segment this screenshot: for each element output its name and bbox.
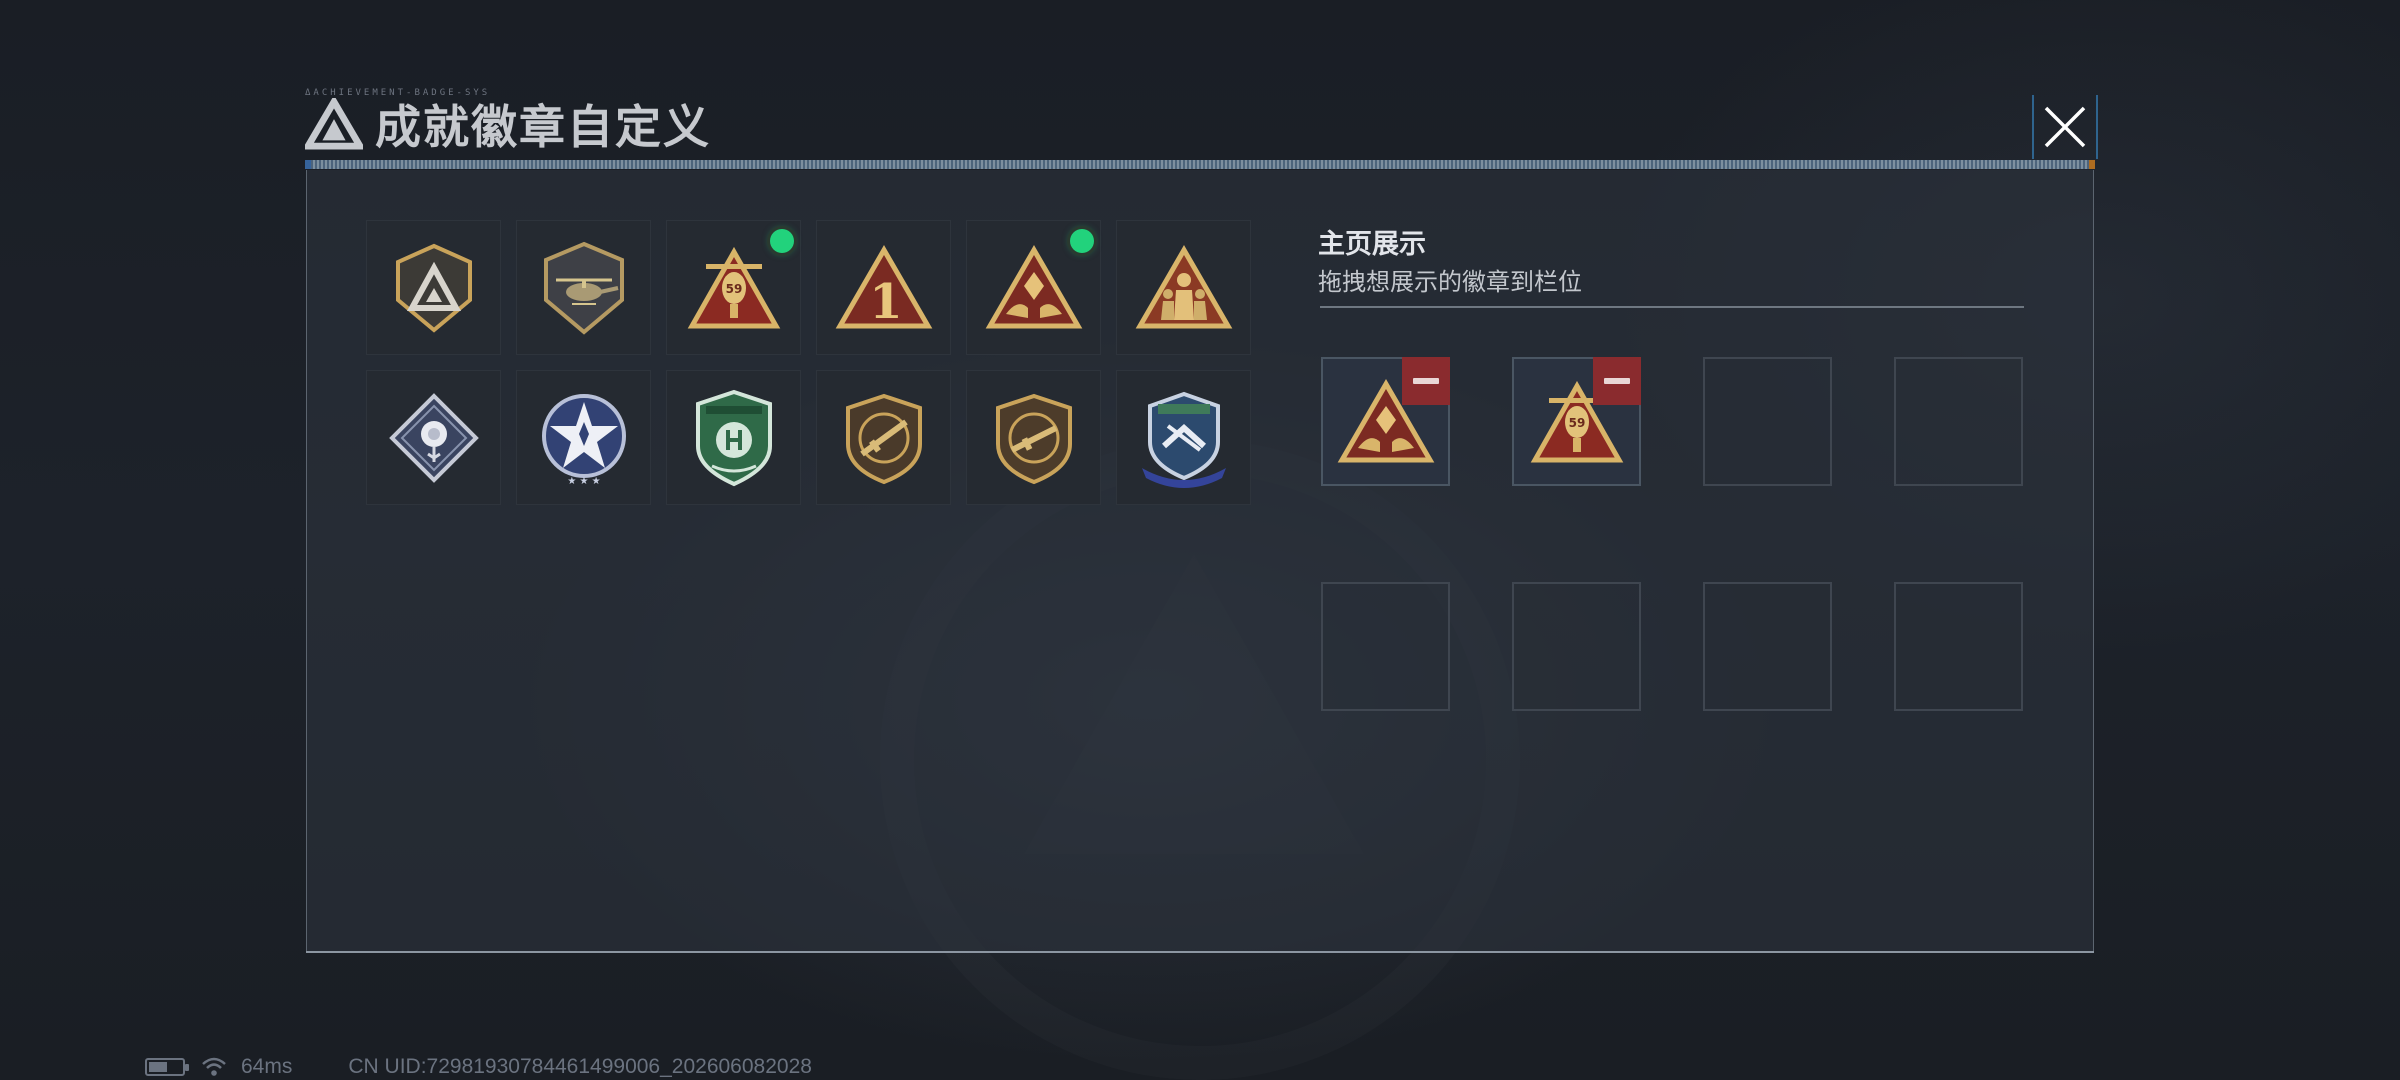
- star-wreath-badge-icon: ★ ★ ★: [541, 393, 626, 487]
- hands-crystal-triangle-badge-icon: [985, 244, 1082, 328]
- number-one-triangle-badge-icon: 1: [835, 244, 932, 330]
- helicopter-59-triangle-badge-icon: 59: [687, 246, 780, 328]
- new-badge-indicator: [770, 229, 794, 253]
- showcase-slot-6[interactable]: [1512, 582, 1641, 711]
- svg-text:★ ★ ★: ★ ★ ★: [567, 476, 600, 487]
- showcase-slot-2[interactable]: 59: [1512, 357, 1641, 486]
- showcase-subtitle: 拖拽想展示的徽章到栏位: [1318, 269, 1582, 296]
- delta-logo-icon: [305, 98, 363, 150]
- showcase-title: 主页展示: [1318, 229, 1426, 259]
- badge-cell[interactable]: [366, 370, 501, 505]
- remove-badge-button[interactable]: [1593, 357, 1641, 405]
- wifi-icon: [202, 1057, 226, 1076]
- battery-icon: [145, 1058, 189, 1076]
- badge-cell[interactable]: [516, 220, 651, 355]
- helicopter-shield-badge-icon: [543, 241, 624, 335]
- rifle-shield-badge-icon-2: [995, 393, 1072, 484]
- soldiers-triangle-badge-icon: [1135, 244, 1232, 328]
- remove-badge-button[interactable]: [1402, 357, 1450, 405]
- badge-cell[interactable]: 1: [816, 220, 951, 355]
- badge-cell[interactable]: [1116, 220, 1251, 355]
- close-button[interactable]: [2032, 95, 2098, 159]
- showcase-slot-3[interactable]: [1703, 357, 1832, 486]
- green-shield-badge-icon: [695, 389, 772, 486]
- delta-shield-badge-icon: [395, 243, 472, 333]
- badge-collection-grid: 59 1 ★ ★ ★: [366, 220, 1251, 505]
- header-divider: [305, 160, 2095, 169]
- svg-text:59: 59: [725, 282, 742, 296]
- svg-text:59: 59: [1568, 416, 1585, 430]
- close-icon: [2044, 106, 2086, 148]
- uid-text: CN UID:7298193078446149900​6_20260608202…: [348, 1055, 812, 1078]
- badge-cell[interactable]: 59: [666, 220, 801, 355]
- showcase-slot-5[interactable]: [1321, 582, 1450, 711]
- badge-cell[interactable]: [966, 220, 1101, 355]
- showcase-slot-1[interactable]: [1321, 357, 1450, 486]
- new-badge-indicator: [1070, 229, 1094, 253]
- page-title: 成就徽章自定义: [375, 101, 711, 153]
- badge-cell[interactable]: [666, 370, 801, 505]
- blue-winged-shield-badge-icon: [1141, 391, 1226, 488]
- rose-diamond-badge-icon: [388, 392, 479, 483]
- showcase-slot-7[interactable]: [1703, 582, 1832, 711]
- badge-cell[interactable]: [966, 370, 1101, 505]
- badge-cell[interactable]: ★ ★ ★: [516, 370, 651, 505]
- showcase-slot-grid: 59: [1321, 357, 2023, 711]
- badge-cell[interactable]: [1116, 370, 1251, 505]
- svg-text:1: 1: [869, 274, 902, 330]
- ping-text: 64ms: [241, 1055, 293, 1078]
- badge-cell[interactable]: [366, 220, 501, 355]
- showcase-divider: [1320, 306, 2024, 308]
- title-bar: 成就徽章自定义: [305, 92, 711, 156]
- rifle-shield-badge-icon: [845, 393, 922, 484]
- badge-cell[interactable]: [816, 370, 951, 505]
- status-bar: 64ms CN UID:7298193078446149900​6_202606…: [145, 1055, 812, 1079]
- showcase-slot-8[interactable]: [1894, 582, 2023, 711]
- showcase-slot-4[interactable]: [1894, 357, 2023, 486]
